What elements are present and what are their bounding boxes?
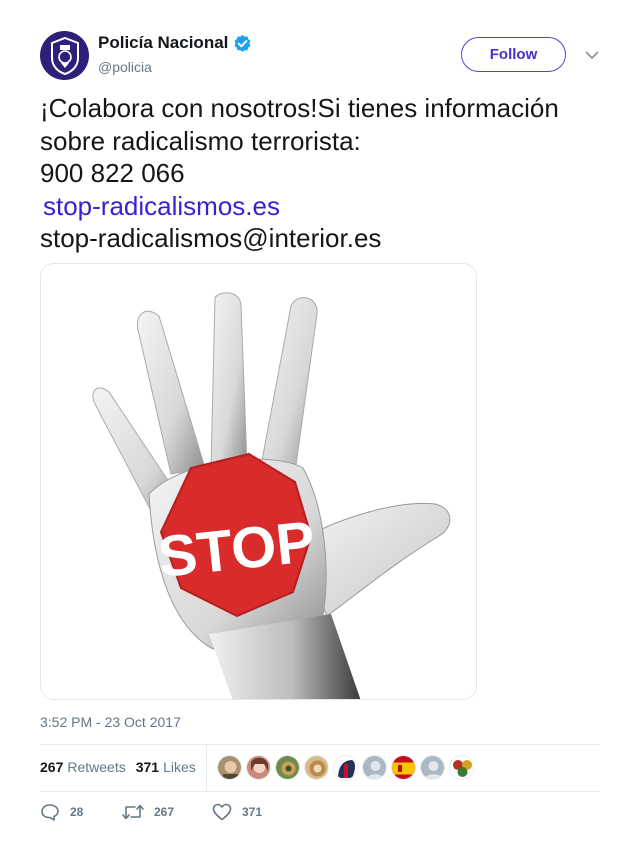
tweet-link[interactable]: stop-radicalismos.es <box>43 191 280 221</box>
chevron-down-icon[interactable] <box>584 47 600 63</box>
liker-avatar[interactable] <box>304 755 329 780</box>
likes-count: 371 <box>135 759 160 775</box>
liker-avatar[interactable] <box>449 755 474 780</box>
follow-button[interactable]: Follow <box>461 37 566 72</box>
author-name-row[interactable]: Policía Nacional <box>98 33 252 53</box>
retweets-label: Retweets <box>67 759 126 775</box>
stop-hand-image: STOP <box>41 264 476 699</box>
verified-badge-icon <box>233 34 252 53</box>
tweet-actions: 28 267 371 <box>40 803 262 821</box>
liker-avatar[interactable] <box>246 755 271 780</box>
stats-separator <box>206 745 207 791</box>
like-count: 371 <box>242 805 263 819</box>
like-button[interactable]: 371 <box>212 803 262 821</box>
tweet-phone: 900 822 066 <box>40 158 185 188</box>
likers-avatars <box>217 755 478 780</box>
retweet-count: 267 <box>154 805 175 819</box>
author-handle[interactable]: @policia <box>98 59 152 75</box>
heart-icon <box>212 803 232 821</box>
retweets-stat[interactable]: 267 Retweets <box>40 759 126 775</box>
tweet-line: ¡Colabora con nosotros!Si tienes informa… <box>40 93 559 123</box>
default-avatar-icon[interactable] <box>420 755 445 780</box>
spain-flag-icon[interactable] <box>391 755 416 780</box>
retweet-icon <box>122 804 144 820</box>
default-avatar-icon[interactable] <box>362 755 387 780</box>
tweet-stats: 267 Retweets 371 Likes <box>40 759 196 775</box>
liker-avatar[interactable] <box>275 755 300 780</box>
tweet-media-image[interactable]: STOP <box>40 263 477 700</box>
author-display-name[interactable]: Policía Nacional <box>98 33 228 53</box>
reply-count: 28 <box>70 805 84 819</box>
tweet-email: stop-radicalismos@interior.es <box>40 223 382 253</box>
likes-label: Likes <box>163 759 196 775</box>
tweet-text: ¡Colabora con nosotros!Si tienes informa… <box>40 92 620 255</box>
tweet-line: sobre radicalismo terrorista: <box>40 125 361 156</box>
reply-button[interactable]: 28 <box>40 803 122 821</box>
divider <box>40 744 600 745</box>
tweet-timestamp[interactable]: 3:52 PM - 23 Oct 2017 <box>40 714 181 730</box>
divider <box>40 791 600 792</box>
retweet-button[interactable]: 267 <box>122 803 212 821</box>
likes-stat[interactable]: 371 Likes <box>136 759 196 775</box>
retweets-count: 267 <box>40 759 64 775</box>
avatar[interactable] <box>40 31 89 80</box>
liker-avatar[interactable] <box>333 755 358 780</box>
police-emblem-icon <box>50 36 79 75</box>
reply-icon <box>41 804 59 821</box>
liker-avatar[interactable] <box>217 755 242 780</box>
